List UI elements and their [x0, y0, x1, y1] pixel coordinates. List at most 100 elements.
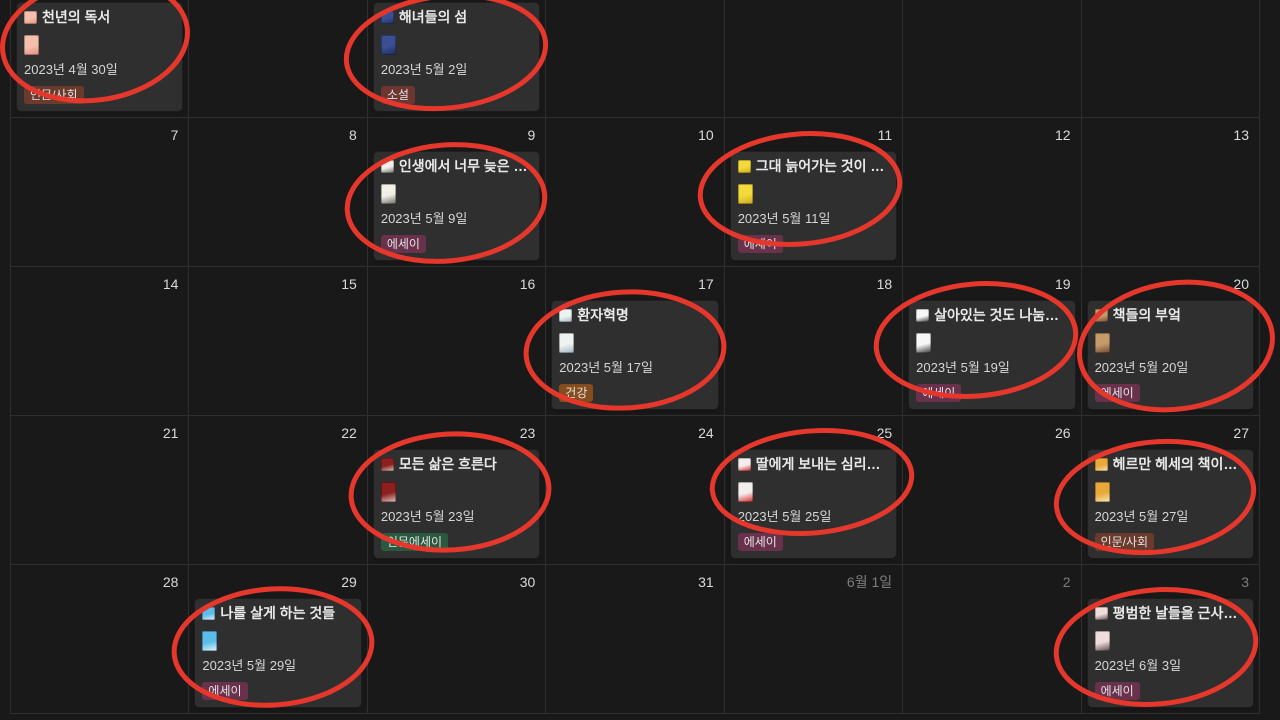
event-card[interactable]: 천년의 독서 2023년 4월 30일 인문/사회 — [17, 3, 183, 111]
event-title: 인생에서 너무 늦은 … — [398, 158, 528, 174]
day-cell[interactable]: 27 헤르만 헤세의 책이… 2023년 5월 27일 인문/사회 — [1081, 416, 1260, 565]
tag-badge: 에세이 — [380, 235, 426, 253]
day-cell[interactable]: 23 모든 삶은 흐른다 2023년 5월 23일 인문에세이 — [367, 416, 547, 565]
day-cell[interactable]: 22 — [189, 416, 368, 565]
book-page-icon — [1094, 457, 1108, 471]
event-card[interactable]: 나를 살게 하는 것들 2023년 5월 29일 에세이 — [195, 599, 361, 707]
tag-badge: 건강 — [559, 384, 594, 402]
event-card[interactable]: 살아있는 것도 나눔… 2023년 5월 19일 에세이 — [909, 301, 1075, 409]
event-date: 2023년 5월 27일 — [1094, 509, 1189, 524]
event-card[interactable]: 그대 늙어가는 것이 … 2023년 5월 11일 에세이 — [730, 152, 897, 260]
day-cell[interactable]: 7 — [11, 118, 190, 267]
day-cell[interactable]: 2 — [903, 565, 1082, 714]
day-cell[interactable]: 12 — [903, 118, 1082, 267]
event-date: 2023년 5월 2일 — [380, 62, 468, 77]
day-cell[interactable]: 3 평범한 날들을 근사… 2023년 6월 3일 에세이 — [1081, 565, 1260, 714]
event-title: 해녀들의 섬 — [398, 9, 468, 25]
tag-badge: 에세이 — [737, 533, 783, 551]
day-cell[interactable]: 9 인생에서 너무 늦은 … 2023년 5월 9일에세이 — [367, 118, 547, 267]
day-number: 10 — [698, 127, 714, 143]
tag-badge: 에세이 — [916, 384, 962, 402]
day-number: 6월 1일 — [846, 574, 893, 590]
event-card[interactable]: 평범한 날들을 근사… 2023년 6월 3일에세이 — [1087, 599, 1253, 707]
day-cell[interactable]: 29 나를 살게 하는 것들 2023년 5월 29일 에세이 — [189, 565, 368, 714]
book-cover-thumbnail — [380, 35, 396, 55]
event-card[interactable]: 모든 삶은 흐른다 2023년 5월 23일 인문에세이 — [373, 450, 540, 558]
event-card[interactable]: 해녀들의 섬 2023년 5월 2일 소설 — [373, 3, 540, 111]
event-title-row: 나를 살게 하는 것들 — [202, 604, 352, 622]
day-number: 27 — [1233, 425, 1249, 441]
event-title-row: 평범한 날들을 근사… — [1094, 604, 1245, 622]
day-cell[interactable] — [724, 0, 904, 118]
day-cell[interactable] — [1081, 0, 1260, 118]
event-title: 책들의 부엌 — [1112, 307, 1181, 323]
book-page-icon — [737, 457, 751, 471]
day-number: 9 — [527, 127, 536, 143]
day-cell[interactable]: 11 그대 늙어가는 것이 … 2023년 5월 11일 에세이 — [724, 118, 904, 267]
day-cell[interactable]: 25 딸에게 보내는 심리… 2023년 5월 25일에세이 — [724, 416, 904, 565]
tag-badge: 에세이 — [1094, 682, 1140, 700]
day-number: 24 — [698, 425, 714, 441]
day-cell[interactable]: 14 — [11, 267, 190, 416]
book-cover-thumbnail — [1094, 482, 1110, 502]
day-number: 20 — [1233, 276, 1249, 292]
event-card[interactable]: 환자혁명 2023년 5월 17일 건강 — [552, 301, 718, 409]
event-title-row: 살아있는 것도 나눔… — [916, 306, 1066, 324]
day-cell[interactable]: 10 — [546, 118, 725, 267]
event-card[interactable]: 딸에게 보내는 심리… 2023년 5월 25일에세이 — [730, 450, 897, 558]
event-date: 2023년 5월 9일 — [380, 211, 468, 226]
day-cell[interactable]: 해녀들의 섬 2023년 5월 2일 소설 — [367, 0, 547, 118]
day-number: 17 — [698, 276, 714, 292]
event-card[interactable]: 인생에서 너무 늦은 … 2023년 5월 9일에세이 — [373, 152, 540, 260]
tag-badge: 인문/사회 — [24, 86, 84, 104]
tag-badge: 인문/사회 — [1094, 533, 1155, 551]
event-date: 2023년 5월 29일 — [202, 658, 297, 673]
day-number: 8 — [349, 127, 357, 143]
day-cell[interactable]: 17 환자혁명 2023년 5월 17일 건강 — [546, 267, 725, 416]
event-title-row: 책들의 부엌 — [1094, 306, 1245, 324]
event-title: 평범한 날들을 근사… — [1112, 605, 1238, 621]
day-number: 11 — [877, 127, 893, 143]
event-title-row: 딸에게 보내는 심리… — [737, 455, 888, 473]
day-cell[interactable]: 24 — [546, 416, 725, 565]
book-page-icon — [380, 457, 394, 471]
day-cell[interactable]: 20 책들의 부엌 2023년 5월 20일 에세이 — [1081, 267, 1260, 416]
day-number: 25 — [876, 425, 893, 441]
day-number: 3 — [1241, 574, 1249, 590]
day-number: 21 — [162, 425, 179, 441]
day-cell[interactable]: 13 — [1081, 118, 1260, 267]
event-card[interactable]: 헤르만 헤세의 책이… 2023년 5월 27일 인문/사회 — [1087, 450, 1253, 558]
event-title: 그대 늙어가는 것이 … — [755, 158, 885, 174]
day-cell[interactable]: 19 살아있는 것도 나눔… 2023년 5월 19일 에세이 — [903, 267, 1082, 416]
event-date: 2023년 6월 3일 — [1094, 658, 1182, 673]
event-card[interactable]: 책들의 부엌 2023년 5월 20일 에세이 — [1087, 301, 1253, 409]
day-cell[interactable] — [189, 0, 368, 118]
day-cell[interactable]: 31 — [546, 565, 725, 714]
day-cell[interactable]: 8 — [189, 118, 368, 267]
day-number: 16 — [519, 276, 536, 292]
event-date: 2023년 5월 25일 — [737, 509, 832, 524]
day-cell[interactable] — [903, 0, 1082, 118]
day-cell[interactable]: 18 — [724, 267, 904, 416]
event-title: 딸에게 보내는 심리… — [755, 456, 881, 472]
event-title: 환자혁명 — [577, 307, 629, 323]
day-cell[interactable]: 16 — [367, 267, 547, 416]
day-number: 31 — [698, 574, 714, 590]
book-cover-thumbnail — [1094, 631, 1110, 651]
day-cell[interactable]: 26 — [903, 416, 1082, 565]
day-number: 2 — [1062, 574, 1071, 590]
book-cover-thumbnail — [916, 333, 932, 353]
day-cell[interactable]: 28 — [11, 565, 190, 714]
day-cell[interactable] — [546, 0, 725, 118]
day-cell[interactable]: 30 — [367, 565, 547, 714]
event-date: 2023년 5월 23일 — [380, 509, 475, 524]
day-cell[interactable]: 6월 1일 — [724, 565, 904, 714]
tag-badge: 에세이 — [1094, 384, 1140, 402]
day-cell[interactable]: 21 — [11, 416, 190, 565]
tag-badge: 에세이 — [737, 235, 783, 253]
day-cell[interactable]: 천년의 독서 2023년 4월 30일 인문/사회 — [11, 0, 190, 118]
day-cell[interactable]: 15 — [189, 267, 368, 416]
book-page-icon — [380, 10, 394, 24]
book-cover-thumbnail — [380, 184, 396, 204]
event-title-row: 인생에서 너무 늦은 … — [380, 157, 531, 175]
